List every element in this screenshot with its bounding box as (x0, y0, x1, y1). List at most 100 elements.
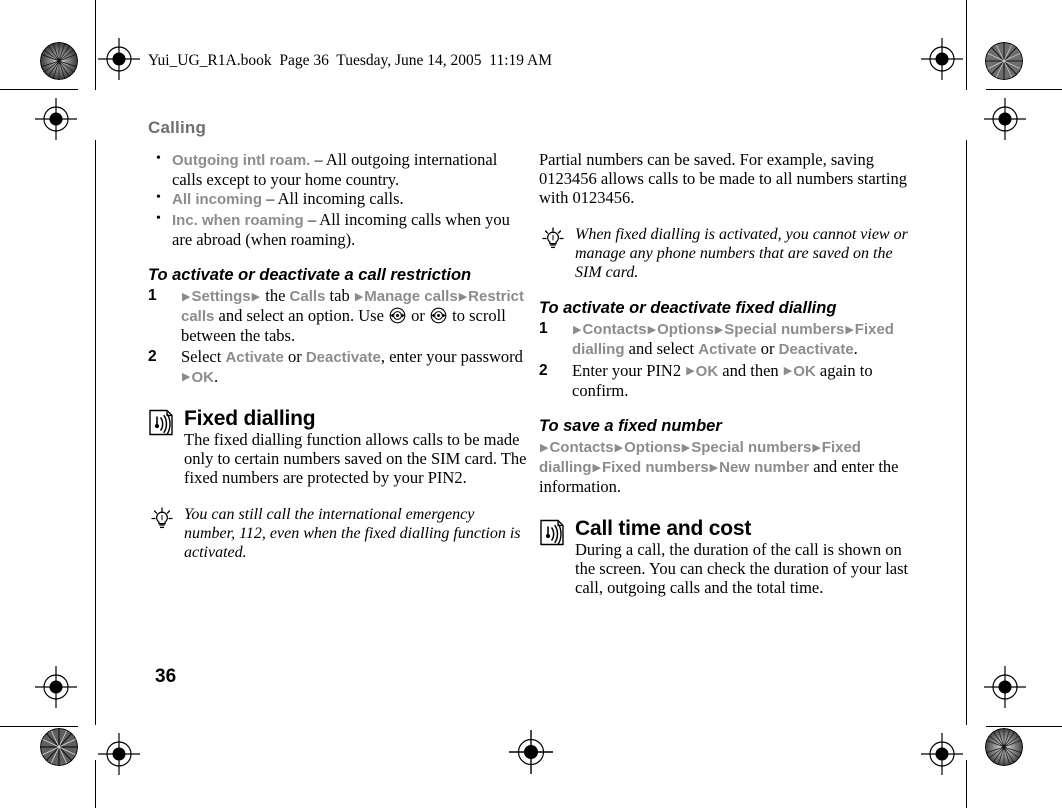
section-fixed-dialling: Fixed dialling The fixed dialling functi… (148, 407, 529, 488)
step-text: Select Activate or Deactivate, enter you… (181, 347, 523, 386)
step-item: 1 ▶Contacts▶Options▶Special numbers▶Fixe… (539, 319, 920, 359)
page-number: 36 (155, 666, 177, 687)
menu-term[interactable]: New number (719, 459, 809, 476)
chapter-title: Calling (148, 118, 207, 137)
body-text: or (407, 306, 430, 326)
lightbulb-icon (151, 506, 173, 528)
manual-page: Yui_UG_R1A.book Page 36 Tuesday, June 14… (0, 0, 1062, 808)
menu-arrow-icon: ▶ (573, 322, 582, 336)
menu-arrow-icon: ▶ (354, 289, 364, 303)
tip-text: You can still call the international eme… (184, 505, 521, 562)
section-title: Fixed dialling (184, 407, 316, 431)
menu-term[interactable]: Special numbers (691, 439, 811, 456)
menu-term[interactable]: Options (657, 321, 714, 338)
menu-arrow-icon: ▶ (709, 460, 719, 474)
menu-arrow-icon: ▶ (540, 440, 549, 454)
call-restriction-bullet-list: Outgoing intl roam. – All outgoing inter… (148, 149, 529, 249)
bullet-dash: – (262, 189, 278, 209)
menu-term[interactable]: Manage calls (364, 288, 457, 305)
body-text: Select (181, 346, 226, 366)
procedure-heading-save-number: To save a fixed number (539, 417, 722, 436)
menu-term[interactable]: OK (696, 363, 719, 380)
body-text: and select (624, 339, 699, 359)
bullet-text: All incoming calls. (277, 189, 404, 209)
menu-term[interactable]: Deactivate (779, 341, 854, 358)
body-text: Enter your PIN2 (572, 360, 686, 380)
menu-term[interactable]: Fixed numbers (602, 459, 709, 476)
signal-waves-icon (540, 519, 564, 545)
tip-text: When fixed dialling is activated, you ca… (575, 225, 908, 282)
menu-arrow-icon: ▶ (812, 440, 821, 454)
bullet-dash: – (310, 150, 326, 169)
body-text: or (756, 339, 779, 359)
menu-arrow-icon: ▶ (182, 289, 191, 303)
tip-note-emergency-number: You can still call the international eme… (148, 505, 529, 563)
menu-arrow-icon: ▶ (783, 364, 793, 378)
step-number: 1 (539, 320, 548, 338)
step-number: 2 (539, 361, 548, 379)
menu-term[interactable]: Options (624, 439, 681, 456)
call-restriction-steps: 1 ▶Settings▶ the Calls tab ▶Manage calls… (148, 286, 529, 387)
body-text: , enter your password (380, 346, 523, 366)
signal-waves-icon (149, 409, 173, 436)
body-text: or (283, 346, 306, 366)
body-text: . (213, 366, 219, 386)
step-item: 2 Enter your PIN2 ▶OK and then ▶OK again… (539, 361, 920, 400)
intro-paragraph: Partial numbers can be saved. For exampl… (539, 150, 907, 208)
bullet-dash: – (303, 209, 320, 229)
file-stamp: Yui_UG_R1A.book Page 36 Tuesday, June 14… (148, 52, 553, 69)
body-text: and then (718, 360, 783, 380)
menu-arrow-icon: ▶ (182, 370, 191, 384)
menu-term[interactable]: Settings (191, 288, 250, 305)
step-text: ▶Settings▶ the Calls tab ▶Manage calls▶R… (181, 286, 524, 345)
section-body: During a call, the duration of the call … (575, 539, 909, 598)
menu-arrow-icon: ▶ (647, 322, 657, 336)
menu-term[interactable]: Deactivate (306, 349, 381, 366)
body-text: tab (325, 286, 354, 306)
body-text: and select an option. Use (214, 306, 389, 326)
menu-arrow-icon: ▶ (845, 322, 854, 336)
body-text: the (261, 286, 290, 306)
list-item: All incoming – All incoming calls. (148, 188, 529, 209)
menu-term[interactable]: Activate (698, 341, 756, 358)
right-column: Partial numbers can be saved. For exampl… (539, 150, 920, 597)
body-text: . (853, 339, 858, 359)
step-number: 1 (148, 287, 157, 305)
section-body: The fixed dialling function allows calls… (184, 430, 527, 488)
menu-arrow-icon: ▶ (458, 289, 468, 303)
section-title: Call time and cost (575, 516, 752, 540)
menu-arrow-icon: ▶ (714, 322, 724, 336)
lightbulb-icon (542, 226, 564, 248)
menu-term[interactable]: Contacts (582, 321, 646, 338)
section-call-time-and-cost: Call time and cost During a call, the du… (539, 517, 920, 598)
menu-arrow-icon: ▶ (686, 364, 695, 378)
step-item: 2 Select Activate or Deactivate, enter y… (148, 347, 529, 387)
navigation-key-icon (389, 307, 406, 324)
menu-arrow-icon: ▶ (251, 289, 261, 303)
menu-term[interactable]: Activate (225, 349, 283, 366)
step-number: 2 (148, 347, 157, 365)
bullet-term: Inc. when roaming (172, 211, 304, 229)
save-number-instruction: ▶Contacts▶Options▶Special numbers▶Fixed … (539, 437, 920, 497)
menu-arrow-icon: ▶ (614, 440, 624, 454)
left-column: Outgoing intl roam. – All outgoing inter… (148, 149, 529, 563)
step-text: Enter your PIN2 ▶OK and then ▶OK again t… (572, 361, 873, 400)
list-item: Outgoing intl roam. – All outgoing inter… (148, 149, 529, 189)
procedure-heading: To activate or deactivate fixed dialling (539, 299, 837, 318)
menu-term[interactable]: Calls (290, 288, 326, 305)
bullet-term: All incoming (172, 191, 262, 209)
step-item: 1 ▶Settings▶ the Calls tab ▶Manage calls… (148, 286, 529, 346)
menu-term[interactable]: Special numbers (724, 321, 844, 338)
menu-term[interactable]: OK (191, 369, 214, 386)
procedure-heading: To activate or deactivate a call restric… (148, 266, 472, 285)
list-item: Inc. when roaming – All incoming calls w… (148, 209, 529, 249)
navigation-key-icon (430, 307, 447, 324)
tip-note-fixed-dialling: When fixed dialling is activated, you ca… (539, 225, 920, 283)
fixed-dialling-steps: 1 ▶Contacts▶Options▶Special numbers▶Fixe… (539, 319, 920, 400)
bullet-term: Outgoing intl roam. (172, 152, 311, 169)
step-text: ▶Contacts▶Options▶Special numbers▶Fixed … (572, 319, 894, 358)
menu-arrow-icon: ▶ (681, 440, 691, 454)
menu-arrow-icon: ▶ (592, 460, 601, 474)
menu-term[interactable]: Contacts (549, 439, 613, 456)
menu-term[interactable]: OK (793, 363, 816, 380)
